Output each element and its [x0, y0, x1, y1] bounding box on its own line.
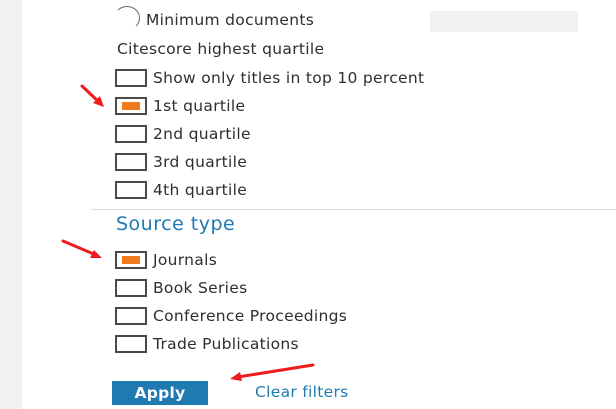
source-type-heading: Source type [116, 213, 236, 235]
minimum-documents-label: Minimum documents [146, 11, 315, 29]
trade-publications-checkbox[interactable] [115, 335, 147, 353]
option-label: Trade Publications [153, 335, 299, 353]
option-label: 3rd quartile [153, 153, 248, 171]
option-4th-quartile[interactable]: 4th quartile [115, 178, 247, 202]
option-conference-proceedings[interactable]: Conference Proceedings [115, 304, 347, 328]
minimum-documents-row[interactable]: Minimum documents [114, 6, 315, 32]
option-1st-quartile[interactable]: 1st quartile [115, 94, 245, 118]
book-series-checkbox[interactable] [115, 279, 147, 297]
option-label: Book Series [153, 279, 248, 297]
option-label: Journals [153, 251, 218, 269]
option-book-series[interactable]: Book Series [115, 276, 247, 300]
1st-quartile-checkbox[interactable] [115, 97, 147, 115]
option-2nd-quartile[interactable]: 2nd quartile [115, 122, 251, 146]
option-label: 2nd quartile [153, 125, 251, 143]
minimum-documents-radio[interactable] [114, 6, 140, 30]
option-top-10-percent[interactable]: Show only titles in top 10 percent [115, 66, 424, 90]
2nd-quartile-checkbox[interactable] [115, 125, 147, 143]
option-label: Show only titles in top 10 percent [153, 69, 425, 87]
citescore-quartile-heading: Citescore highest quartile [117, 40, 325, 58]
section-divider [91, 209, 616, 210]
4th-quartile-checkbox[interactable] [115, 181, 147, 199]
option-label: 1st quartile [153, 97, 246, 115]
option-label: 4th quartile [153, 181, 248, 199]
minimum-documents-input[interactable] [430, 11, 578, 32]
option-label: Conference Proceedings [153, 307, 348, 325]
conference-proceedings-checkbox[interactable] [115, 307, 147, 325]
top-10-percent-checkbox[interactable] [115, 69, 147, 87]
option-trade-publications[interactable]: Trade Publications [115, 332, 299, 356]
3rd-quartile-checkbox[interactable] [115, 153, 147, 171]
filter-panel [22, 0, 616, 409]
clear-filters-link[interactable]: Clear filters [255, 383, 349, 401]
option-3rd-quartile[interactable]: 3rd quartile [115, 150, 247, 174]
left-gutter [0, 0, 22, 409]
journals-checkbox[interactable] [115, 251, 147, 269]
apply-button[interactable]: Apply [112, 381, 208, 405]
option-journals[interactable]: Journals [115, 248, 217, 272]
